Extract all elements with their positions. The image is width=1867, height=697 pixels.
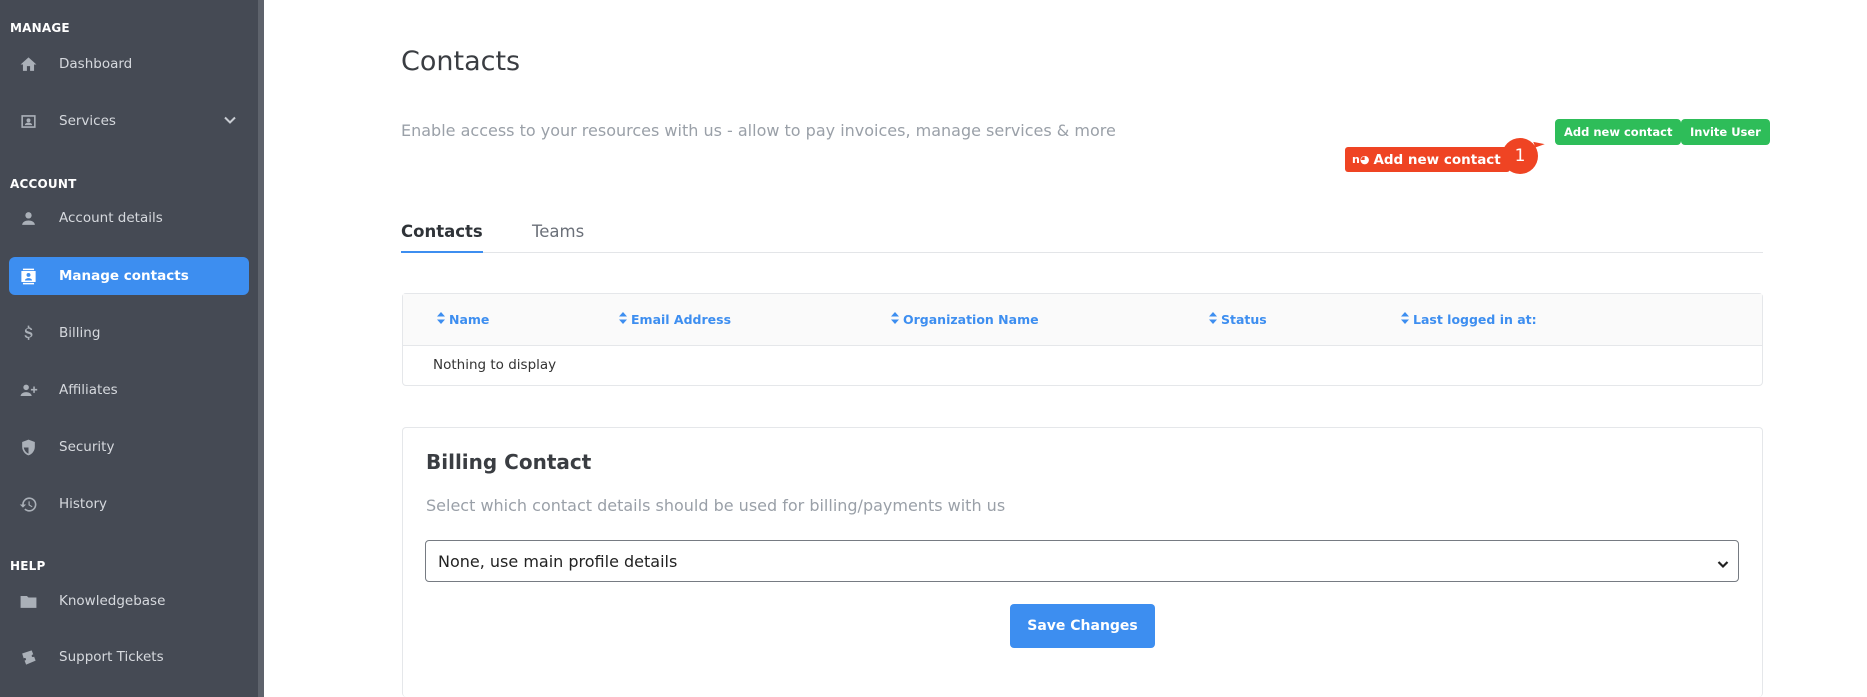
sort-icon	[1209, 312, 1217, 327]
invite-user-button[interactable]: Invite User	[1681, 119, 1770, 145]
column-header-email[interactable]: Email Address	[619, 312, 731, 327]
billing-contact-title: Billing Contact	[426, 450, 592, 474]
billing-contact-card: Billing Contact Select which contact det…	[402, 427, 1763, 697]
contacts-icon	[18, 266, 38, 286]
home-icon	[18, 54, 38, 74]
overlay-prefix-text: n◕	[1352, 153, 1370, 166]
folder-icon	[18, 591, 38, 611]
contacts-table: Name Email Address Organization Name Sta…	[402, 293, 1763, 386]
shield-icon	[18, 437, 38, 457]
add-new-contact-button[interactable]: Add new contact	[1555, 119, 1682, 145]
save-changes-button[interactable]: Save Changes	[1010, 604, 1155, 648]
sidebar: MANAGE Dashboard Services ACCOUNT Accoun…	[0, 0, 264, 697]
overlay-add-new-contact-label: Add new contact	[1373, 151, 1501, 168]
section-heading-manage: MANAGE	[10, 21, 70, 35]
sidebar-item-affiliates[interactable]: Affiliates	[9, 371, 249, 409]
table-empty-message: Nothing to display	[433, 357, 557, 373]
billing-contact-subtitle: Select which contact details should be u…	[426, 496, 1006, 515]
step-badge: 1	[1502, 138, 1538, 174]
column-header-last-logged-in[interactable]: Last logged in at:	[1401, 312, 1537, 327]
sidebar-item-knowledgebase[interactable]: Knowledgebase	[9, 582, 249, 620]
tab-bar: Contacts Teams	[401, 218, 1763, 253]
sidebar-item-label: Manage contacts	[59, 268, 189, 284]
sidebar-item-label: Account details	[59, 210, 163, 226]
table-header: Name Email Address Organization Name Sta…	[403, 294, 1762, 346]
tab-teams[interactable]: Teams	[532, 222, 584, 251]
user-icon	[18, 208, 38, 228]
sidebar-item-billing[interactable]: Billing	[9, 314, 249, 352]
sidebar-item-label: Services	[59, 113, 116, 129]
column-header-name[interactable]: Name	[437, 312, 489, 327]
sort-icon	[891, 312, 899, 327]
page-subtitle: Enable access to your resources with us …	[401, 121, 1116, 140]
sort-icon	[1401, 312, 1409, 327]
sidebar-item-manage-contacts[interactable]: Manage contacts	[9, 257, 249, 295]
sidebar-item-services[interactable]: Services	[9, 102, 249, 140]
sidebar-item-dashboard[interactable]: Dashboard	[9, 45, 249, 83]
id-card-icon	[18, 111, 38, 131]
column-header-organization[interactable]: Organization Name	[891, 312, 1039, 327]
user-plus-icon	[18, 380, 38, 400]
sidebar-item-label: Support Tickets	[59, 649, 164, 665]
overlay-add-new-contact-button[interactable]: n◕ Add new contact	[1345, 147, 1510, 172]
chevron-down-icon[interactable]	[223, 113, 237, 127]
sidebar-item-support-tickets[interactable]: Support Tickets	[9, 638, 249, 676]
dollar-icon	[18, 323, 38, 343]
sort-icon	[437, 312, 445, 327]
tab-contacts[interactable]: Contacts	[401, 222, 483, 253]
sidebar-item-label: Knowledgebase	[59, 593, 166, 609]
section-heading-account: ACCOUNT	[10, 177, 77, 191]
sidebar-item-label: Billing	[59, 325, 101, 341]
page-title: Contacts	[401, 46, 521, 77]
sidebar-item-history[interactable]: History	[9, 485, 249, 523]
billing-contact-select[interactable]: None, use main profile details	[425, 540, 1739, 582]
sort-icon	[619, 312, 627, 327]
column-header-status[interactable]: Status	[1209, 312, 1267, 327]
sidebar-item-label: History	[59, 496, 108, 512]
sidebar-item-label: Dashboard	[59, 56, 133, 72]
sidebar-item-label: Affiliates	[59, 382, 118, 398]
chevron-down-icon	[1717, 555, 1729, 574]
sidebar-item-account-details[interactable]: Account details	[9, 199, 249, 237]
sidebar-item-security[interactable]: Security	[9, 428, 249, 466]
tickets-icon	[18, 647, 38, 667]
history-icon	[18, 494, 38, 514]
section-heading-help: HELP	[10, 559, 46, 573]
billing-contact-selected-value: None, use main profile details	[438, 551, 678, 571]
sidebar-item-label: Security	[59, 439, 115, 455]
